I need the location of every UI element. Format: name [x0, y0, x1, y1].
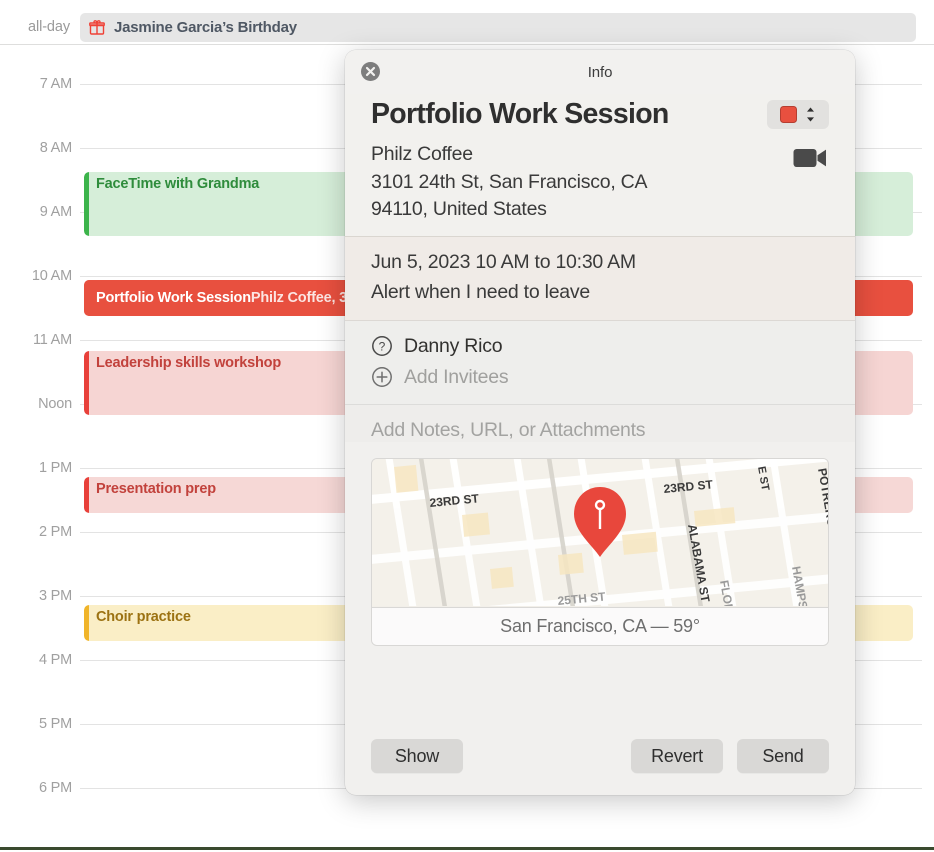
show-button[interactable]: Show — [371, 739, 463, 773]
chevron-up-down-icon — [807, 107, 814, 122]
hour-label: 3 PM — [38, 588, 72, 604]
hour-label: 2 PM — [38, 524, 72, 540]
location-line-1: 3101 24th St, San Francisco, CA — [371, 170, 648, 193]
invitee-name: Danny Rico — [404, 334, 503, 357]
calendar-color-popup-button[interactable] — [767, 100, 829, 130]
location-map[interactable]: 23RD ST 23RD ST 25TH ST ALABAMA ST FLORI… — [371, 457, 829, 646]
popover-notes-section: Add Notes, URL, or Attachments — [345, 404, 855, 442]
all-day-label: all-day — [27, 19, 70, 35]
location-name: Philz Coffee — [371, 142, 473, 165]
hour-label: 6 PM — [38, 780, 72, 796]
map-location-weather: San Francisco, CA — 59° — [500, 615, 700, 636]
hour-label: 4 PM — [38, 652, 72, 668]
invitee-row[interactable]: ? Danny Rico — [371, 331, 829, 362]
popover-title: Info — [587, 63, 613, 81]
hour-label: 8 AM — [39, 140, 72, 156]
event-title: Portfolio Work Session — [96, 290, 251, 306]
calendar-color-swatch — [780, 106, 797, 124]
video-camera-icon[interactable] — [793, 146, 827, 170]
notes-input[interactable]: Add Notes, URL, or Attachments — [371, 419, 829, 442]
event-title-field[interactable]: Portfolio Work Session — [371, 98, 669, 132]
all-day-row: all-day Jasmine Garcia’s Birthday — [0, 10, 934, 45]
event-datetime[interactable]: Jun 5, 2023 10 AM to 10:30 AM — [371, 248, 829, 277]
hour-label: 10 AM — [31, 268, 72, 284]
event-alert[interactable]: Alert when I need to leave — [371, 278, 829, 307]
location-line-2: 94110, United States — [371, 198, 547, 221]
send-button[interactable]: Send — [737, 739, 829, 773]
question-circle-icon: ? — [372, 336, 392, 357]
gift-icon — [89, 20, 105, 35]
title-row: Portfolio Work Session — [371, 98, 829, 132]
close-icon[interactable] — [360, 61, 381, 82]
hour-label: 1 PM — [38, 460, 72, 476]
hour-label: 5 PM — [38, 716, 72, 732]
hour-label: 11 AM — [32, 332, 72, 348]
hour-row[interactable]: 6 PM — [0, 780, 934, 852]
hour-label: Noon — [38, 396, 72, 412]
map-canvas: 23RD ST 23RD ST 25TH ST ALABAMA ST FLORI… — [372, 458, 828, 606]
popover-button-row: Show Revert Send — [345, 739, 855, 773]
popover-when-section: Jun 5, 2023 10 AM to 10:30 AM Alert when… — [345, 236, 855, 321]
location-field[interactable]: Philz Coffee 3101 24th St, San Francisco… — [371, 141, 648, 225]
location-row: Philz Coffee 3101 24th St, San Francisco… — [371, 141, 829, 225]
revert-button[interactable]: Revert — [631, 739, 723, 773]
map-footer: San Francisco, CA — 59° — [372, 606, 828, 645]
event-info-popover: Info Portfolio Work Session Philz Coffee… — [345, 50, 855, 795]
hour-label: 7 AM — [39, 76, 72, 92]
plus-circle-icon — [372, 367, 392, 388]
popover-main-section: Portfolio Work Session Philz Coffee 3101… — [345, 94, 855, 237]
svg-text:?: ? — [379, 340, 386, 354]
all-day-event-title: Jasmine Garcia’s Birthday — [114, 18, 297, 36]
add-invitees-label: Add Invitees — [404, 365, 509, 388]
hour-label: 9 AM — [39, 204, 72, 220]
popover-titlebar: Info — [345, 50, 855, 94]
add-invitees-row[interactable]: Add Invitees — [371, 362, 829, 393]
all-day-event-jasmine-garcias-birthday[interactable]: Jasmine Garcia’s Birthday — [80, 12, 916, 42]
popover-invitees-section: ? Danny Rico Add Invitees — [345, 320, 855, 405]
map-tiles: 23RD ST 23RD ST 25TH ST ALABAMA ST FLORI… — [372, 458, 828, 606]
